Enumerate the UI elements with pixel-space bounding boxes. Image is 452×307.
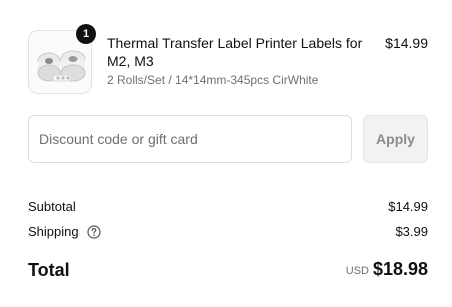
subtotal-label: Subtotal xyxy=(28,199,76,214)
total-label: Total xyxy=(28,260,70,280)
product-variant: 2 Rolls/Set / 14*14mm-345pcs CirWhite xyxy=(107,73,319,87)
total-value: $18.98 xyxy=(372,259,428,279)
shipping-value: $3.99 xyxy=(395,224,428,239)
subtotal-row: Subtotal $14.99 xyxy=(28,198,428,216)
subtotal-value: $14.99 xyxy=(388,199,428,214)
shipping-label: Shipping xyxy=(28,224,79,239)
quantity-badge: 1 xyxy=(76,24,96,44)
product-price: $14.99 xyxy=(385,35,428,51)
apply-discount-button[interactable]: Apply xyxy=(363,115,428,163)
discount-code-input[interactable] xyxy=(28,115,352,163)
currency-code: USD xyxy=(345,265,369,277)
question-circle-icon[interactable] xyxy=(87,225,101,239)
shipping-row: Shipping $3.99 xyxy=(28,223,428,241)
product-title: Thermal Transfer Label Printer Labels fo… xyxy=(107,35,363,69)
total-row: Total USD $18.98 xyxy=(28,258,428,284)
line-item: 1 Thermal Transfer Label Printer Labels … xyxy=(28,24,428,96)
